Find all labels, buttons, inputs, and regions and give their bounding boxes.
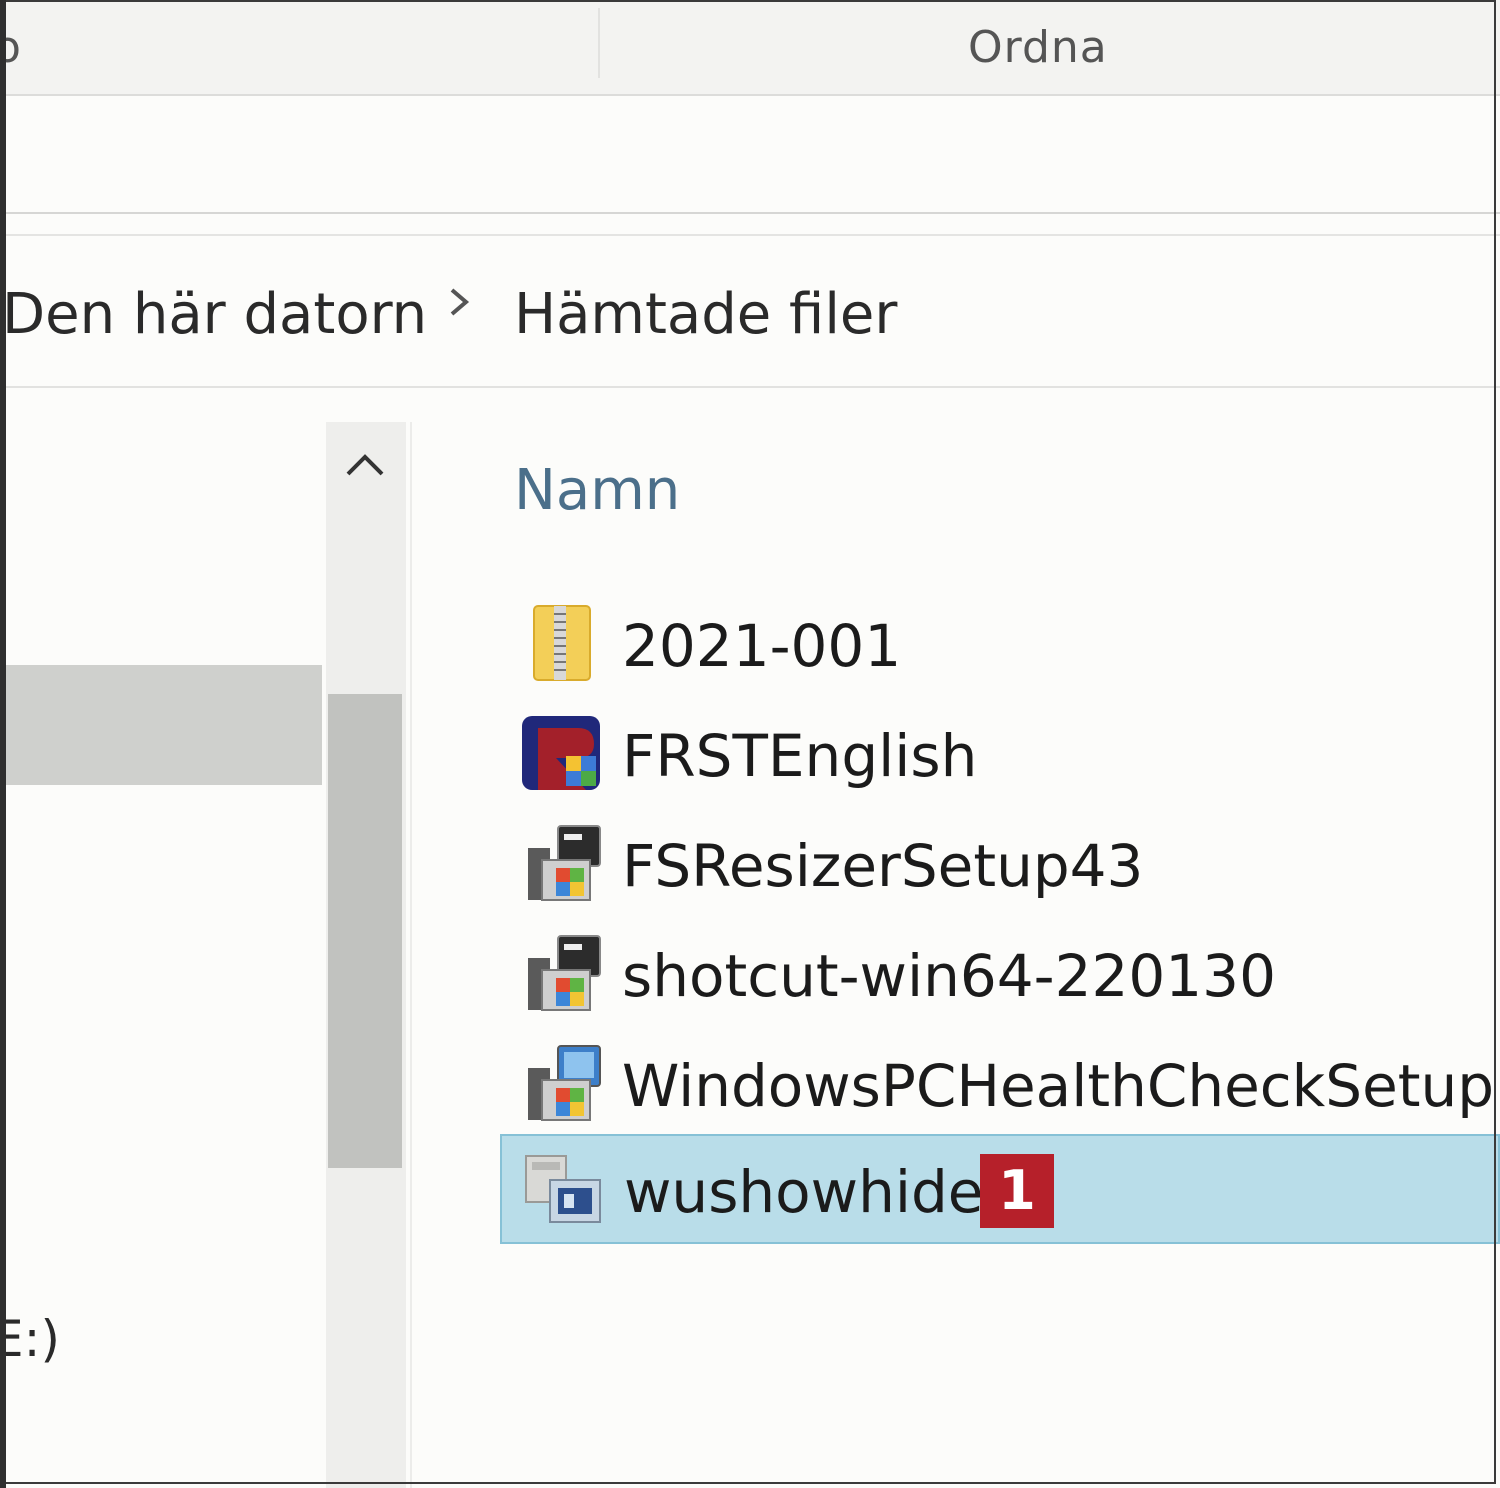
ribbon-separator xyxy=(598,8,600,78)
nav-item-selected[interactable] xyxy=(0,665,322,785)
column-header-name[interactable]: Namn xyxy=(514,458,680,523)
installer-icon xyxy=(528,825,601,901)
installer-icon xyxy=(528,935,601,1011)
file-row[interactable]: 2021-001 xyxy=(500,590,1500,700)
file-name: FRSTEnglish xyxy=(622,722,978,790)
pane-divider[interactable] xyxy=(410,422,412,1488)
scrollbar-thumb[interactable] xyxy=(328,694,402,1168)
file-row[interactable]: FSResizerSetup43 xyxy=(500,810,1500,920)
diagcab-icon xyxy=(525,1155,601,1223)
file-name: shotcut-win64-220130 xyxy=(622,942,1276,1010)
file-name: FSResizerSetup43 xyxy=(622,832,1144,900)
file-row-selected[interactable]: wushowhide 1 xyxy=(500,1134,1500,1244)
breadcrumb-this-pc[interactable]: Den här datorn xyxy=(2,282,427,347)
zip-folder-icon xyxy=(533,605,591,681)
ribbon-group-ordna: Ordna xyxy=(968,22,1108,73)
breadcrumb-downloads[interactable]: Hämtade filer xyxy=(514,282,897,347)
nav-item-drive[interactable]: E:) xyxy=(0,1310,60,1368)
window-border xyxy=(0,0,6,1488)
file-row[interactable]: shotcut-win64-220130 xyxy=(500,920,1500,1030)
file-name: wushowhide xyxy=(624,1158,984,1226)
chevron-right-icon[interactable] xyxy=(440,272,480,332)
frst-app-icon xyxy=(522,716,600,790)
file-name: WindowsPCHealthCheckSetup xyxy=(622,1052,1495,1120)
ribbon-tab-bar: o Ordna xyxy=(0,0,1500,96)
file-name: 2021-001 xyxy=(622,612,902,680)
file-row[interactable]: FRSTEnglish xyxy=(500,700,1500,810)
scroll-up-arrow-icon[interactable] xyxy=(340,440,390,490)
ribbon-body xyxy=(0,96,1500,214)
callout-badge: 1 xyxy=(980,1154,1054,1228)
ribbon-divider xyxy=(0,212,1500,214)
msi-installer-icon xyxy=(528,1045,601,1121)
file-row[interactable]: WindowsPCHealthCheckSetup xyxy=(500,1030,1500,1140)
